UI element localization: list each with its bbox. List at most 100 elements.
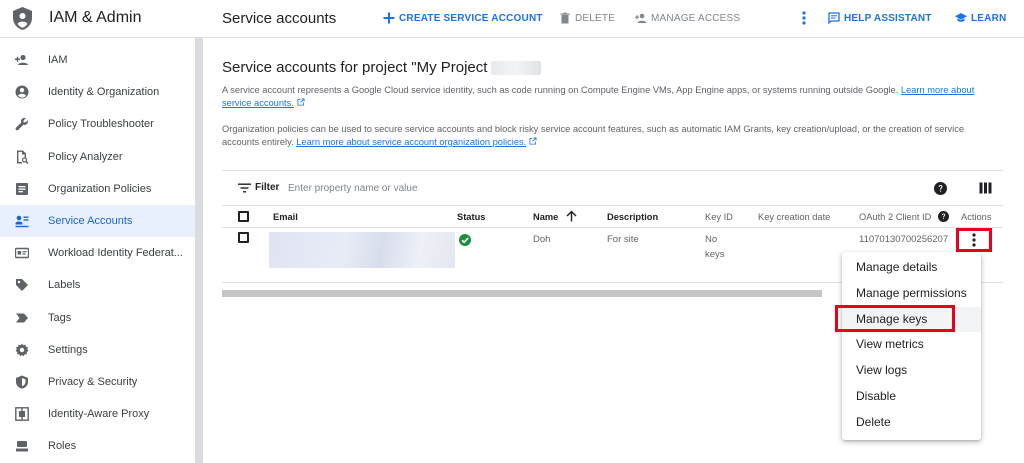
filter-label: Filter [255, 182, 280, 193]
learn-label: LEARN [971, 12, 1007, 24]
row-actions-menu: Manage details Manage permissions Manage… [842, 252, 981, 440]
sidebar-item-tags[interactable]: Tags [0, 302, 195, 334]
select-all-checkbox[interactable] [238, 211, 249, 222]
trash-icon [560, 12, 570, 24]
menu-item-view-logs[interactable]: View logs [842, 358, 981, 384]
sidebar-item-privacy-security[interactable]: Privacy & Security [0, 366, 195, 398]
filter-input[interactable] [288, 178, 688, 198]
manage-access-button[interactable]: MANAGE ACCESS [635, 12, 740, 24]
shield-icon [16, 375, 28, 389]
sidebar-item-label: Settings [48, 343, 88, 356]
wrench-icon [15, 118, 28, 131]
proxy-icon [15, 407, 29, 421]
school-cap-icon [955, 13, 967, 22]
document-search-icon [17, 150, 29, 164]
delete-label: DELETE [575, 12, 616, 24]
help-assistant-label: HELP ASSISTANT [844, 12, 932, 24]
iam-shield-logo-icon [13, 7, 32, 30]
sidebar-item-label: Identity & Organization [48, 86, 160, 99]
create-service-account-button[interactable]: CREATE SERVICE ACCOUNT [383, 12, 543, 24]
column-header-status[interactable]: Status [457, 212, 485, 222]
create-service-account-label: CREATE SERVICE ACCOUNT [399, 12, 543, 24]
column-header-oauth-client-id[interactable]: OAuth 2 Client ID [859, 212, 931, 222]
sidebar-brand[interactable]: IAM & Admin [0, 0, 203, 38]
gear-icon [15, 343, 29, 356]
chat-help-icon [828, 12, 840, 24]
help-icon[interactable] [934, 182, 947, 195]
organization-policies-description: Organization policies can be used to sec… [222, 124, 965, 147]
column-header-actions: Actions [961, 212, 992, 222]
row-oauth-client-id: 11070130700256207 [859, 234, 949, 245]
account-circle-icon [15, 85, 29, 99]
page-title: Service accounts [222, 10, 337, 27]
service-account-description: A service account represents a Google Cl… [222, 85, 975, 108]
menu-item-manage-details[interactable]: Manage details [842, 255, 981, 281]
person-add-icon [15, 54, 28, 65]
sidebar-item-label: Policy Troubleshooter [48, 118, 154, 131]
sidebar-item-organization-policies[interactable]: Organization Policies [0, 173, 195, 205]
delete-button[interactable]: DELETE [559, 12, 615, 24]
filter-bar: Filter [222, 171, 1003, 206]
sidebar-item-identity-organization[interactable]: Identity & Organization [0, 76, 195, 108]
help-icon[interactable] [938, 211, 949, 222]
person-add-icon [635, 13, 647, 23]
sidebar-item-label: Privacy & Security [48, 375, 138, 388]
plus-icon [383, 12, 395, 24]
sidebar-item-label: Identity-Aware Proxy [48, 408, 150, 421]
sidebar-item-policy-analyzer[interactable]: Policy Analyzer [0, 141, 195, 173]
menu-item-disable[interactable]: Disable [842, 384, 981, 410]
more-vert-icon [972, 233, 976, 247]
column-header-email[interactable]: Email [273, 212, 298, 222]
open-in-new-icon [529, 137, 537, 145]
list-document-icon [16, 182, 28, 195]
table-header-row: Email Status Name Description Key ID Key… [222, 206, 1003, 228]
help-assistant-button[interactable]: HELP ASSISTANT [828, 12, 932, 24]
sidebar-item-label: Workload Identity Federat... [48, 247, 183, 260]
label-tag-icon [16, 279, 28, 292]
sidebar-item-labels[interactable]: Labels [0, 269, 195, 301]
menu-item-view-metrics[interactable]: View metrics [842, 332, 981, 358]
row-checkbox[interactable] [238, 232, 249, 243]
sidebar-item-label: IAM [48, 54, 68, 66]
row-key-id-line1: No [705, 234, 718, 245]
service-account-icon [15, 215, 29, 228]
row-description: For site [607, 234, 639, 245]
sidebar-item-policy-troubleshooter[interactable]: Policy Troubleshooter [0, 108, 195, 140]
column-display-icon[interactable] [979, 182, 992, 194]
sidebar-item-label: Organization Policies [48, 182, 152, 195]
sidebar-nav: IAM Identity & Organization Policy Troub… [0, 44, 195, 462]
sidebar-item-label: Service Accounts [48, 214, 133, 227]
menu-item-manage-permissions[interactable]: Manage permissions [842, 281, 981, 307]
sidebar-item-iam[interactable]: IAM [0, 44, 195, 76]
menu-item-manage-keys[interactable]: Manage keys [842, 306, 981, 333]
sidebar-item-settings[interactable]: Settings [0, 334, 195, 366]
sidebar-item-workload-identity-federation[interactable]: Workload Identity Federat... [0, 237, 195, 269]
learn-button[interactable]: LEARN [955, 12, 1006, 24]
sidebar-item-label: Tags [48, 311, 72, 324]
roles-icon [16, 441, 28, 452]
check-circle-icon [459, 234, 471, 246]
sidebar: IAM & Admin IAM Identity & Organization [0, 0, 203, 463]
id-card-icon [15, 247, 29, 259]
column-header-key-id[interactable]: Key ID [705, 212, 733, 222]
sidebar-item-identity-aware-proxy[interactable]: Identity-Aware Proxy [0, 398, 195, 430]
row-key-id-line2: keys [705, 249, 725, 260]
section-title: Service accounts for project "My Project [222, 59, 542, 76]
menu-item-delete[interactable]: Delete [842, 410, 981, 436]
top-toolbar: Service accounts CREATE SERVICE ACCOUNT … [203, 0, 1024, 38]
sort-arrow-up-icon[interactable] [566, 210, 577, 222]
more-vert-icon[interactable] [800, 10, 808, 26]
learn-more-org-policies-link[interactable]: Learn more about service account organiz… [296, 137, 526, 147]
column-header-key-creation-date[interactable]: Key creation date [758, 212, 830, 222]
sidebar-item-roles[interactable]: Roles [0, 430, 195, 462]
column-header-description[interactable]: Description [607, 212, 658, 222]
redacted-email[interactable] [269, 232, 455, 268]
filter-list-icon[interactable] [238, 183, 251, 193]
sidebar-scrollbar[interactable] [195, 38, 203, 463]
column-header-name[interactable]: Name [533, 212, 558, 222]
sidebar-item-service-accounts[interactable]: Service Accounts [0, 204, 195, 238]
row-actions-button[interactable] [956, 228, 992, 252]
redacted-project-name [491, 61, 542, 76]
table-horizontal-scrollbar[interactable] [222, 290, 822, 297]
sidebar-item-label: Labels [48, 279, 81, 292]
